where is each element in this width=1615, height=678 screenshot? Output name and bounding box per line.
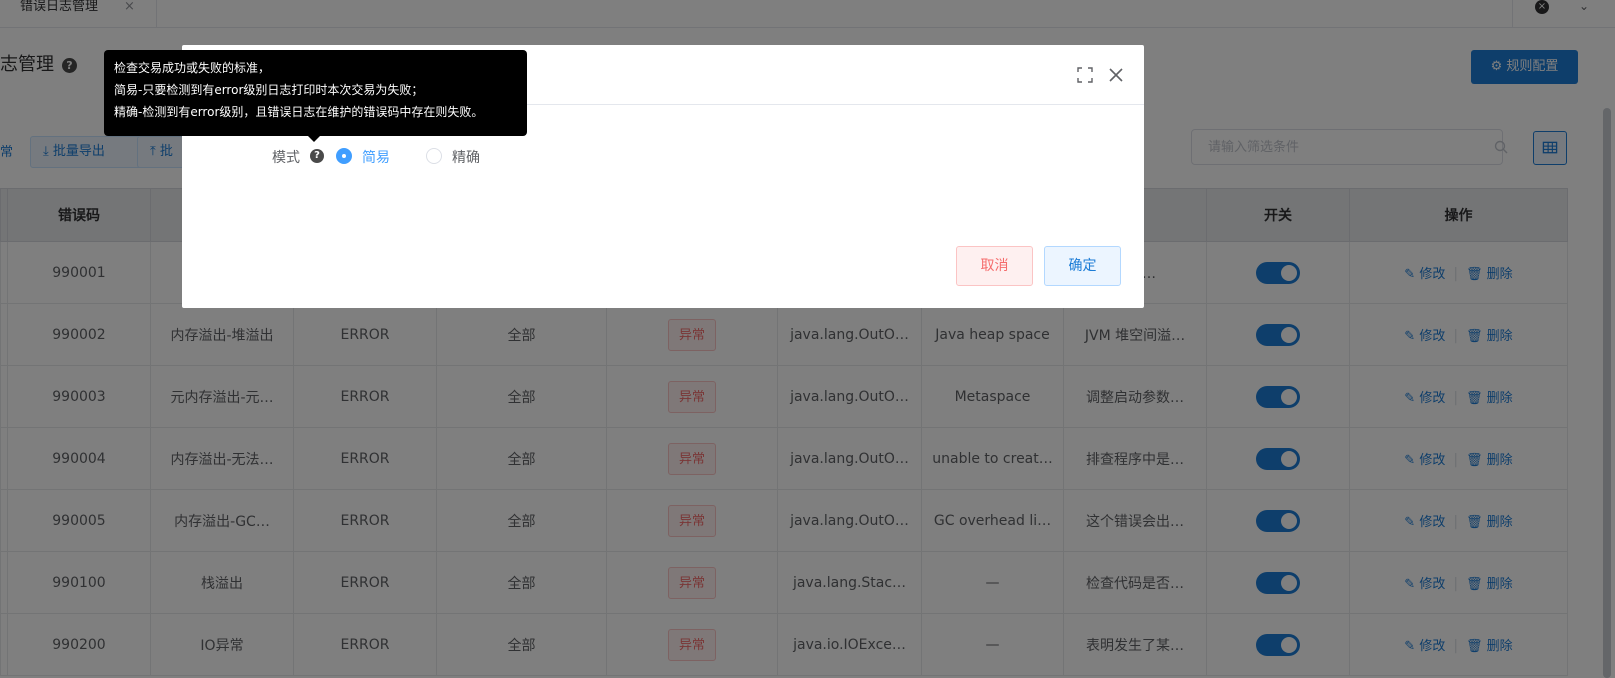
- tooltip-line: 检查交易成功或失败的标准，: [114, 61, 271, 75]
- cancel-button[interactable]: 取消: [956, 246, 1033, 286]
- radio-checked-icon: [336, 148, 352, 164]
- radio-simple-label: 简易: [362, 150, 390, 166]
- mode-help-tooltip: 检查交易成功或失败的标准， 简易-只要检测到有error级别日志打印时本次交易为…: [104, 50, 527, 136]
- radio-simple[interactable]: 简易: [336, 145, 406, 167]
- fullscreen-icon[interactable]: [1077, 67, 1093, 83]
- help-icon[interactable]: ?: [310, 149, 324, 163]
- radio-unchecked-icon: [426, 148, 442, 164]
- radio-exact[interactable]: 精确: [426, 145, 496, 167]
- tooltip-line: 精确-检测到有error级别，且错误日志在维护的错误码中存在则失败。: [114, 105, 484, 119]
- radio-exact-label: 精确: [452, 150, 480, 166]
- close-icon[interactable]: [1107, 66, 1125, 84]
- confirm-button[interactable]: 确定: [1044, 246, 1121, 286]
- tooltip-line: 简易-只要检测到有error级别日志打印时本次交易为失败；: [114, 83, 424, 97]
- mode-label: 模式: [272, 150, 300, 166]
- tooltip-arrow: [308, 136, 320, 142]
